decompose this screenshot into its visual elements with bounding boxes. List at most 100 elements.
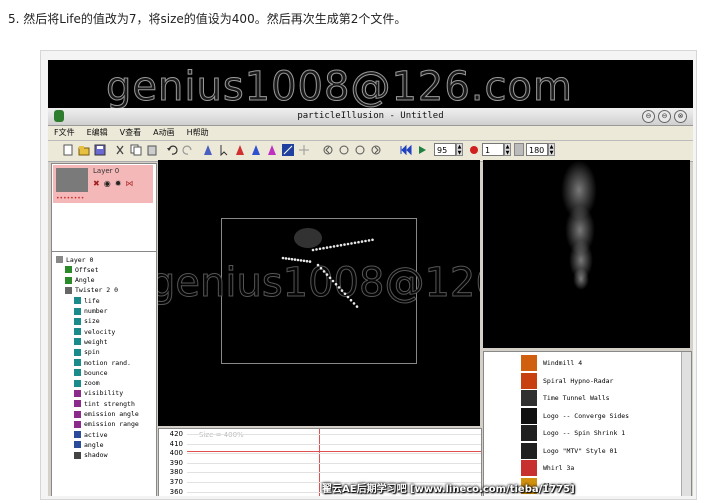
end-frame-field[interactable]: 180	[526, 143, 548, 156]
nav-up-icon[interactable]	[338, 144, 350, 156]
emitter-label: Windmill 4	[543, 359, 583, 367]
close-button[interactable]: ⊗	[674, 110, 687, 123]
emitter-library-item[interactable]: Time Tunnel Walls	[521, 389, 671, 407]
deflector-tool-icon[interactable]	[282, 144, 294, 156]
param-icon	[74, 441, 81, 449]
tree-item[interactable]: Angle	[65, 276, 95, 285]
emitter-library-item[interactable]: Whirl 3a	[521, 459, 671, 477]
param-icon	[74, 338, 81, 346]
emitter-library-item[interactable]: Logo -- Spin Shrink 1	[521, 424, 671, 442]
particle-dot	[328, 276, 332, 280]
layer-gear-icon[interactable]: ✹	[115, 179, 122, 188]
layer-target-icon[interactable]: ◉	[104, 179, 111, 188]
particle-dot	[316, 263, 320, 267]
start-frame-field[interactable]: 1	[482, 143, 504, 156]
particle-dot	[343, 243, 346, 246]
select-tool-icon[interactable]	[218, 144, 230, 156]
tree-item[interactable]: number	[74, 307, 107, 316]
menu-animation[interactable]: A动画	[153, 126, 174, 140]
cut-icon[interactable]	[114, 144, 126, 156]
particle-dot	[322, 246, 325, 250]
tree-item[interactable]: visibility	[74, 389, 123, 398]
emitter-label: Logo -- Converge Sides	[543, 411, 630, 420]
tree-item-label: Angle	[75, 276, 95, 285]
menu-view[interactable]: V查看	[120, 126, 141, 140]
particle-dot	[346, 295, 350, 299]
stage-viewport[interactable]: genius1008@126.com	[158, 160, 480, 426]
nav-left-icon[interactable]	[322, 144, 334, 156]
layer-progress-dots: ••••••••	[56, 195, 85, 202]
tree-item[interactable]: Twister 2 0	[65, 286, 118, 295]
tree-item[interactable]: emission range	[74, 420, 139, 429]
emitter-library-item[interactable]: Logo -- Converge Sides	[521, 407, 671, 425]
param-icon	[74, 410, 81, 418]
nav-down-icon[interactable]	[354, 144, 366, 156]
play-icon[interactable]	[416, 144, 428, 156]
tree-item[interactable]: zoom	[74, 379, 100, 388]
tree-item[interactable]: Layer 0	[56, 255, 93, 264]
tree-item[interactable]: angle	[74, 440, 104, 449]
menu-file[interactable]: F文件	[54, 126, 75, 140]
emitter-library-item[interactable]: Windmill 4	[521, 354, 671, 372]
tree-item[interactable]: active	[74, 430, 107, 439]
tree-item[interactable]: life	[74, 296, 100, 305]
library-scrollbar[interactable]	[681, 352, 691, 496]
menu-edit[interactable]: E编辑	[87, 126, 108, 140]
loop-toggle[interactable]	[514, 143, 524, 156]
tree-item-label: number	[84, 307, 108, 315]
particle-dot	[325, 273, 329, 276]
copy-icon[interactable]	[130, 144, 142, 156]
tree-item[interactable]: spin	[74, 348, 100, 357]
particle-dot	[357, 240, 360, 244]
layer-thumbnail	[56, 168, 88, 192]
param-icon	[74, 297, 81, 305]
emitter-label: Whirl 3a	[543, 464, 575, 472]
emitter-label: Time Tunnel Walls	[543, 394, 610, 402]
layer-cross-icon[interactable]: ✖	[93, 179, 100, 188]
tree-item[interactable]: motion rand.	[74, 358, 131, 367]
undo-icon[interactable]	[166, 144, 178, 156]
banner-watermark-text: genius1008@126.com	[106, 64, 573, 109]
maximize-button[interactable]: ⊖	[658, 110, 671, 123]
tree-item[interactable]: size	[74, 317, 100, 326]
nav-right-icon[interactable]	[370, 144, 382, 156]
pen-blue-icon[interactable]	[250, 144, 262, 156]
param-icon	[74, 420, 81, 428]
emitter-tool-icon[interactable]	[202, 144, 214, 156]
emitter-library-item[interactable]: Spiral Hypno-Radar	[521, 372, 671, 390]
frame-field[interactable]: 95	[434, 143, 456, 156]
start-frame-stepper[interactable]: ▲ ▼	[504, 143, 511, 156]
save-icon[interactable]	[94, 144, 106, 156]
layer-name: Layer 0	[93, 167, 120, 175]
particle-dot	[352, 302, 356, 305]
end-frame-stepper[interactable]: ▲ ▼	[548, 143, 555, 156]
graph-tick-label: 380	[169, 468, 183, 477]
layer-row[interactable]: Layer 0 ✖ ◉ ✹ ⋈ ••••••••	[53, 165, 153, 203]
tree-item[interactable]: shadow	[74, 451, 107, 460]
new-file-icon[interactable]	[62, 144, 74, 156]
rewind-icon[interactable]	[400, 144, 412, 156]
tree-item[interactable]: tint strength	[74, 399, 135, 408]
particle-dot	[315, 248, 318, 251]
particle-dot	[319, 266, 323, 270]
record-icon[interactable]	[468, 144, 480, 156]
tree-item[interactable]: bounce	[74, 368, 107, 377]
frame-stepper[interactable]: ▲ ▼	[456, 143, 463, 156]
pen-magenta-icon[interactable]	[266, 144, 278, 156]
tree-item[interactable]: velocity	[74, 327, 115, 336]
particle-tool-icon[interactable]	[298, 144, 310, 156]
param-icon	[74, 369, 81, 377]
paste-icon[interactable]	[146, 144, 158, 156]
layer-bow-icon[interactable]: ⋈	[125, 179, 133, 188]
tree-item[interactable]: weight	[74, 337, 107, 346]
window-controls: ⊖ ⊖ ⊗	[642, 110, 687, 123]
open-folder-icon[interactable]	[78, 144, 90, 156]
minimize-button[interactable]: ⊖	[642, 110, 655, 123]
tree-item[interactable]: Offset	[65, 265, 98, 274]
redo-icon[interactable]	[182, 144, 194, 156]
emitter-library-item[interactable]: Logo "MTV" Style 01	[521, 442, 671, 460]
menu-help[interactable]: H帮助	[187, 126, 209, 140]
tree-item[interactable]: emission angle	[74, 410, 139, 419]
tree-item-label: tint strength	[84, 399, 135, 408]
pen-red-icon[interactable]	[234, 144, 246, 156]
